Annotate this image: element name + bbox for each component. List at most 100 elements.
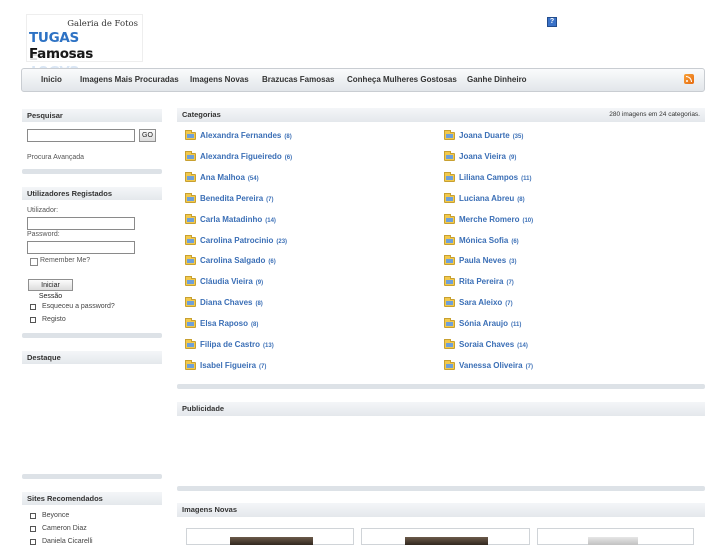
register-link[interactable]: Registo: [42, 316, 66, 323]
category-name[interactable]: Elsa Raposo: [200, 319, 248, 328]
bullet-icon: [30, 513, 36, 519]
category-name[interactable]: Paula Neves: [459, 256, 506, 265]
bullet-icon: [30, 539, 36, 545]
folder-icon: [185, 192, 196, 203]
nav-item-mais-procuradas[interactable]: Imagens Mais Procuradas: [80, 75, 179, 84]
category-count: (7): [506, 280, 514, 287]
new-image-thumb[interactable]: [186, 528, 354, 545]
category-count: (7): [266, 196, 274, 203]
category-name[interactable]: Sara Aleixo: [459, 298, 502, 307]
category-name[interactable]: Filipa de Castro: [200, 340, 260, 349]
recommended-link[interactable]: Beyonce: [42, 512, 69, 519]
question-icon[interactable]: ?: [547, 17, 557, 27]
bullet-icon: [30, 304, 36, 310]
category-name[interactable]: Carolina Salgado: [200, 256, 265, 265]
category-name[interactable]: Luciana Abreu: [459, 194, 514, 203]
bullet-icon: [30, 317, 36, 323]
category-name[interactable]: Alexandra Figueiredo: [200, 152, 282, 161]
login-box-title: Utilizadores Registados: [22, 186, 162, 200]
category-link[interactable]: Luciana Abreu (8): [459, 194, 525, 203]
forgot-password-link[interactable]: Esqueceu a password?: [42, 303, 115, 310]
category-count: (3): [509, 259, 517, 266]
category-name[interactable]: Merche Romero: [459, 215, 519, 224]
category-count: (7): [505, 301, 513, 308]
search-input[interactable]: [27, 129, 135, 142]
folder-icon: [444, 150, 455, 161]
category-link[interactable]: Alexandra Figueiredo (6): [200, 152, 292, 161]
category-name[interactable]: Sónia Araujo: [459, 319, 508, 328]
category-name[interactable]: Cláudia Vieira: [200, 277, 253, 286]
folder-icon: [444, 192, 455, 203]
category-link[interactable]: Filipa de Castro (13): [200, 340, 274, 349]
category-link[interactable]: Vanessa Oliveira (7): [459, 361, 533, 370]
category-name[interactable]: Vanessa Oliveira: [459, 361, 523, 370]
category-name[interactable]: Joana Vieira: [459, 152, 506, 161]
category-name[interactable]: Liliana Campos: [459, 173, 518, 182]
folder-icon: [185, 234, 196, 245]
site-logo[interactable]: Galeria de Fotos TUGAS Famosas TUGAS Fam…: [26, 14, 143, 78]
recommended-link[interactable]: Cameron Diaz: [42, 525, 87, 532]
category-link[interactable]: Diana Chaves (8): [200, 298, 263, 307]
categories-heading: Categorias: [182, 110, 221, 119]
category-link[interactable]: Alexandra Fernandes (8): [200, 131, 292, 140]
category-name[interactable]: Carolina Patrocinio: [200, 236, 273, 245]
category-name[interactable]: Diana Chaves: [200, 298, 252, 307]
advanced-search-link[interactable]: Procura Avançada: [27, 154, 84, 161]
category-link[interactable]: Mónica Sofia (6): [459, 236, 519, 245]
category-count: (6): [284, 154, 293, 161]
new-image-thumb[interactable]: [361, 528, 530, 545]
category-link[interactable]: Soraia Chaves (14): [459, 340, 528, 349]
category-link[interactable]: Paula Neves (3): [459, 256, 516, 265]
category-link[interactable]: Joana Duarte (35): [459, 131, 523, 140]
logo-tagline: Galeria de Fotos: [67, 19, 138, 29]
category-link[interactable]: Joana Vieira (9): [459, 152, 516, 161]
search-go-button[interactable]: GO: [139, 129, 156, 142]
username-input[interactable]: [27, 217, 135, 230]
remember-checkbox[interactable]: [30, 258, 38, 266]
bullet-icon: [30, 526, 36, 532]
category-link[interactable]: Benedita Pereira (7): [200, 194, 273, 203]
category-name[interactable]: Alexandra Fernandes: [200, 131, 281, 140]
nav-item-inicio[interactable]: Inicio: [41, 75, 62, 84]
category-link[interactable]: Merche Romero (10): [459, 215, 533, 224]
folder-icon: [444, 297, 455, 308]
nav-item-brazucas[interactable]: Brazucas Famosas: [262, 75, 334, 84]
main-nav: Inicio Imagens Mais Procuradas Imagens N…: [21, 68, 705, 92]
nav-item-ganhe-dinheiro[interactable]: Ganhe Dinheiro: [467, 75, 527, 84]
category-name[interactable]: Joana Duarte: [459, 131, 510, 140]
category-link[interactable]: Carolina Salgado (6): [200, 256, 276, 265]
category-link[interactable]: Sónia Araujo (11): [459, 319, 521, 328]
folder-icon: [185, 276, 196, 287]
new-image-thumb[interactable]: [537, 528, 694, 545]
folder-icon: [185, 130, 196, 140]
ads-title: Publicidade: [177, 402, 705, 416]
thumbnail-image: [405, 537, 488, 545]
nav-item-imagens-novas[interactable]: Imagens Novas: [190, 75, 249, 84]
category-name[interactable]: Rita Pereira: [459, 277, 503, 286]
featured-box-title: Destaque: [22, 350, 162, 364]
category-link[interactable]: Carla Matadinho (14): [200, 215, 276, 224]
category-link[interactable]: Elsa Raposo (8): [200, 319, 258, 328]
recommended-link[interactable]: Daniela Cicarelli: [42, 538, 93, 545]
category-name[interactable]: Soraia Chaves: [459, 340, 514, 349]
folder-icon: [444, 359, 455, 370]
category-link[interactable]: Carolina Patrocinio (23): [200, 236, 287, 245]
category-name[interactable]: Carla Matadinho: [200, 215, 262, 224]
category-link[interactable]: Sara Aleixo (7): [459, 298, 513, 307]
category-name[interactable]: Mónica Sofia: [459, 236, 508, 245]
rss-icon[interactable]: [684, 74, 694, 84]
category-link[interactable]: Rita Pereira (7): [459, 277, 514, 286]
category-link[interactable]: Ana Malhoa (54): [200, 173, 259, 182]
category-name[interactable]: Benedita Pereira: [200, 194, 263, 203]
category-name[interactable]: Isabel Figueira: [200, 361, 256, 370]
category-name[interactable]: Ana Malhoa: [200, 173, 245, 182]
login-button[interactable]: Iniciar Sessão: [28, 279, 73, 300]
nav-item-mulheres[interactable]: Conheça Mulheres Gostosas: [347, 75, 457, 84]
category-link[interactable]: Liliana Campos (11): [459, 173, 531, 182]
folder-icon: [185, 171, 196, 182]
password-input[interactable]: [27, 241, 135, 254]
categories-title: Categorias 280 imagens em 24 categorias.: [177, 108, 705, 122]
category-link[interactable]: Cláudia Vieira (9): [200, 277, 263, 286]
category-link[interactable]: Isabel Figueira (7): [200, 361, 266, 370]
folder-icon: [185, 213, 196, 224]
